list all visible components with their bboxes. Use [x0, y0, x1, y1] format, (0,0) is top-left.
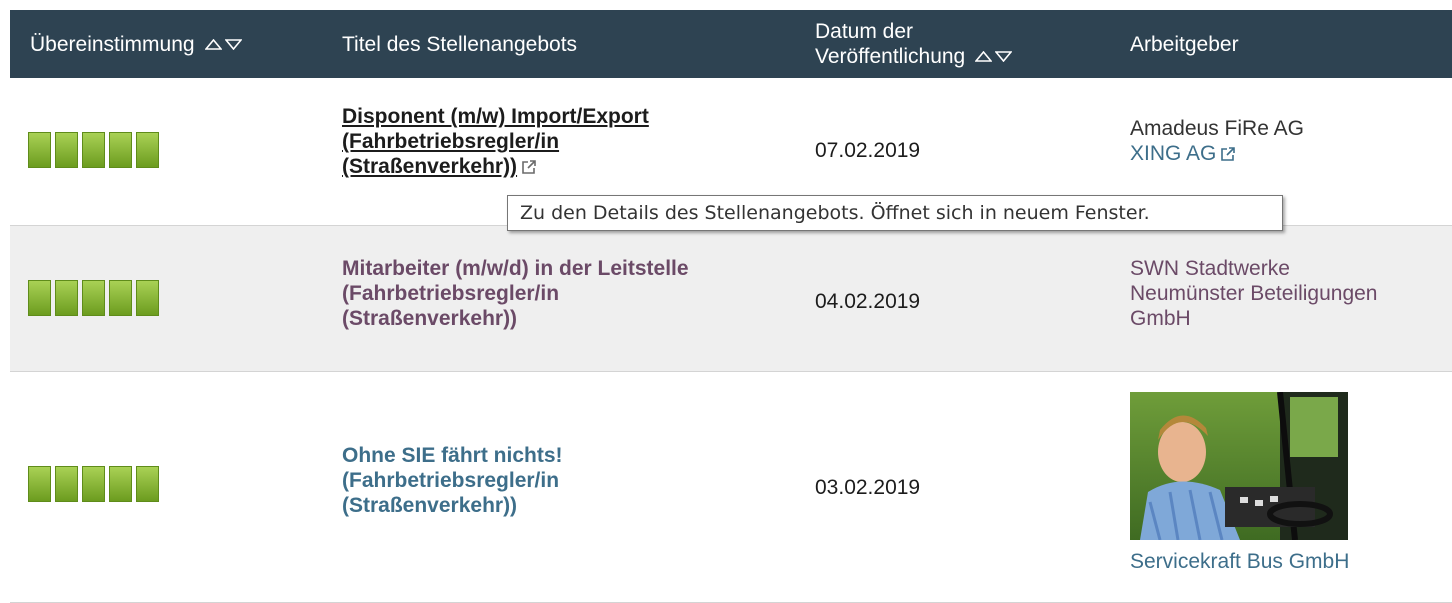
column-header-date-label-line1: Datum der [815, 20, 914, 43]
column-header-employer-label: Arbeitgeber [1130, 32, 1239, 56]
job-title-line: (Straßenverkehr)) [342, 494, 518, 517]
bus-driver-image [1130, 392, 1348, 540]
match-rating [28, 280, 159, 316]
job-title-link[interactable]: Mitarbeiter (m/w/d) in der Leitstelle (F… [342, 256, 802, 331]
column-header-match[interactable]: Übereinstimmung [30, 10, 242, 78]
column-header-title: Titel des Stellenangebots [342, 10, 577, 78]
employer-source-label: XING AG [1130, 142, 1217, 165]
sort-controls [204, 38, 242, 50]
rating-segment [109, 280, 132, 316]
column-header-date-label-line2: Veröffentlichung [815, 45, 966, 68]
job-title-line: (Fahrbetriebsregler/in [342, 469, 560, 492]
employer-name-line: SWN Stadtwerke [1130, 257, 1290, 280]
column-header-employer: Arbeitgeber [1130, 10, 1239, 78]
publication-date: 03.02.2019 [815, 476, 921, 499]
column-header-match-label: Übereinstimmung [30, 32, 195, 56]
rating-segment [82, 132, 105, 168]
rating-segment [82, 466, 105, 502]
job-title-line: (Fahrbetriebsregler/in [342, 130, 560, 153]
external-link-icon [1221, 147, 1236, 162]
employer-name-line: Neumünster Beteiligungen [1130, 282, 1378, 305]
job-title-line: Mitarbeiter (m/w/d) in der Leitstelle [342, 257, 689, 280]
job-details-tooltip: Zu den Details des Stellenangebots. Öffn… [507, 195, 1283, 231]
publication-date: 07.02.2019 [815, 139, 921, 162]
rating-segment [109, 466, 132, 502]
employer-name-line: GmbH [1130, 307, 1191, 330]
rating-segment [55, 466, 78, 502]
employer-name: Servicekraft Bus GmbH [1130, 550, 1350, 573]
employer-link[interactable]: Servicekraft Bus GmbH [1130, 549, 1349, 574]
external-link-icon [522, 160, 536, 175]
rating-segment [136, 132, 159, 168]
job-title-line: Ohne SIE fährt nichts! [342, 444, 563, 467]
match-rating [28, 132, 159, 168]
table-header: Übereinstimmung Titel des Stellenangebot… [10, 10, 1452, 78]
sort-ascending-icon[interactable] [975, 51, 993, 62]
rating-segment [28, 280, 51, 316]
rating-segment [28, 132, 51, 168]
rating-segment [109, 132, 132, 168]
rating-segment [82, 280, 105, 316]
table-row: Ohne SIE fährt nichts! (Fahrbetriebsregl… [10, 372, 1452, 603]
rating-segment [28, 466, 51, 502]
job-title-line: (Straßenverkehr)) [342, 307, 518, 330]
employer-name: Amadeus FiRe AG [1130, 117, 1304, 140]
match-rating [28, 466, 159, 502]
publication-date: 04.02.2019 [815, 290, 921, 313]
job-title-line: Disponent (m/w) Import/Export [342, 105, 649, 128]
sort-controls [975, 51, 1013, 62]
sort-descending-icon[interactable] [224, 38, 242, 50]
job-title-line: (Straßenverkehr)) [342, 155, 518, 178]
employer-photo[interactable] [1130, 392, 1348, 540]
employer-source-link[interactable]: XING AG [1130, 141, 1304, 166]
employer-link[interactable]: SWN Stadtwerke Neumünster Beteiligungen … [1130, 256, 1378, 331]
rating-segment [136, 280, 159, 316]
rating-segment [55, 280, 78, 316]
job-title-line: (Fahrbetriebsregler/in [342, 282, 560, 305]
employer-cell: Amadeus FiRe AG XING AG [1130, 116, 1304, 166]
column-header-date[interactable]: Datum der Veröffentlichung [815, 10, 1013, 78]
job-title-link[interactable]: Disponent (m/w) Import/Export (Fahrbetri… [342, 104, 802, 179]
column-header-title-label: Titel des Stellenangebots [342, 32, 578, 56]
sort-descending-icon[interactable] [995, 51, 1013, 62]
rating-segment [55, 132, 78, 168]
table-row: Mitarbeiter (m/w/d) in der Leitstelle (F… [10, 226, 1452, 372]
sort-ascending-icon[interactable] [204, 38, 222, 50]
job-title-link[interactable]: Ohne SIE fährt nichts! (Fahrbetriebsregl… [342, 443, 802, 518]
job-results-table: Übereinstimmung Titel des Stellenangebot… [10, 10, 1452, 603]
rating-segment [136, 466, 159, 502]
